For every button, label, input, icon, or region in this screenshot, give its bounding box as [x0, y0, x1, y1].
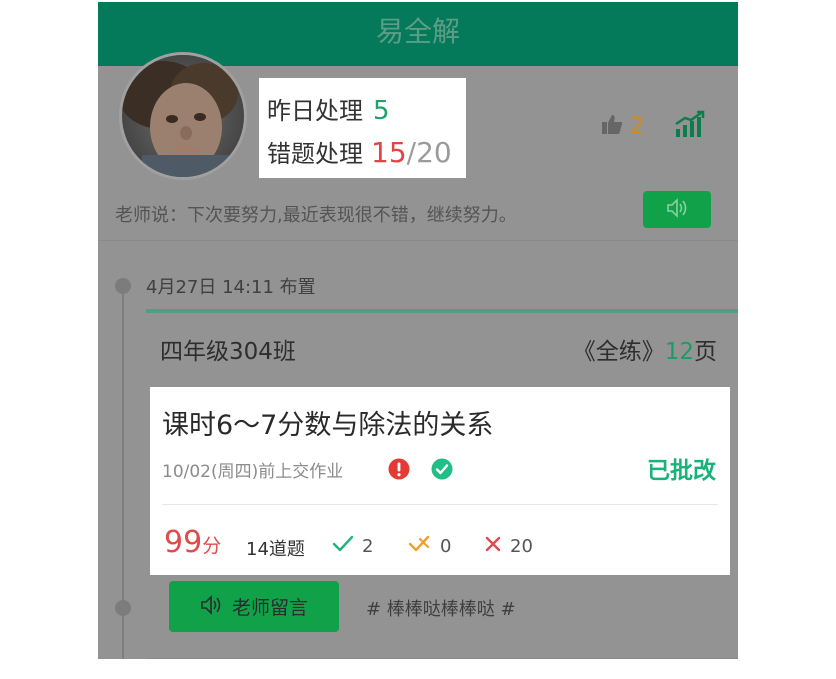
teacher-message-button[interactable]: 老师留言	[169, 581, 339, 632]
wrong-count: 20	[484, 535, 533, 558]
graded-status: 已批改	[647, 458, 716, 484]
timeline-dot	[115, 278, 131, 294]
like-count: 2	[629, 112, 645, 140]
avatar[interactable]	[119, 52, 247, 180]
yesterday-label: 昨日处理	[267, 97, 363, 125]
homework-panel[interactable]: 课时6～7分数与除法的关系 10/02(周四)前上交作业 已批改 99分 14道…	[150, 387, 730, 575]
correct-count: 2	[332, 535, 373, 558]
partial-count: 0	[408, 535, 451, 558]
panel-divider	[162, 504, 718, 505]
partial-check-icon	[408, 535, 440, 558]
comment-tags: # 棒棒哒棒棒哒 #	[366, 599, 516, 620]
thumbs-up-icon	[601, 113, 623, 139]
partial-value: 0	[440, 536, 452, 557]
assigned-date: 4月27日 14:11 布置	[146, 277, 316, 298]
class-name: 四年级304班	[160, 339, 296, 365]
play-comment-button[interactable]	[643, 191, 711, 228]
book-page-suffix: 页	[694, 339, 717, 365]
correct-value: 2	[362, 536, 374, 557]
processing-stats: 昨日处理 5 错题处理 15/20	[259, 78, 466, 178]
homework-title[interactable]: 课时6～7分数与除法的关系	[162, 403, 493, 442]
wrong-label: 错题处理	[267, 140, 363, 168]
trend-chart-icon[interactable]	[675, 110, 705, 142]
teacher-message-label: 老师留言	[231, 597, 308, 619]
wrong-done-count: 15	[371, 136, 407, 169]
score-value: 99	[164, 525, 203, 560]
check-icon	[332, 535, 362, 558]
section-divider	[98, 240, 738, 241]
app-screen: 易全解 昨日处理 5 错题处理 15/20 2 老师说：下次要努力,最近表现很不…	[98, 2, 738, 659]
book-name: 《全练》	[572, 339, 665, 365]
yesterday-stat: 昨日处理 5	[267, 91, 390, 126]
wrong-value: 20	[510, 536, 533, 557]
check-circle-icon	[431, 458, 453, 484]
card-bottom-divider	[146, 658, 738, 659]
cross-icon	[484, 535, 510, 558]
speaker-icon	[200, 594, 222, 619]
teacher-comment: 老师说：下次要努力,最近表现很不错，继续努力。	[115, 205, 517, 226]
wrong-stat: 错题处理 15/20	[267, 134, 452, 169]
book-pages: 12	[664, 339, 694, 365]
timeline-dot	[115, 600, 131, 616]
speaker-icon	[666, 197, 688, 222]
like-counter[interactable]: 2	[601, 112, 644, 140]
score: 99分	[164, 525, 221, 560]
question-count: 14道题	[246, 539, 305, 560]
book-reference: 《全练》12页	[573, 332, 717, 366]
wrong-total: /20	[406, 136, 452, 169]
homework-deadline: 10/02(周四)前上交作业	[162, 462, 344, 482]
alert-icon	[388, 458, 410, 484]
score-unit: 分	[202, 535, 222, 557]
yesterday-count: 5	[373, 96, 390, 126]
